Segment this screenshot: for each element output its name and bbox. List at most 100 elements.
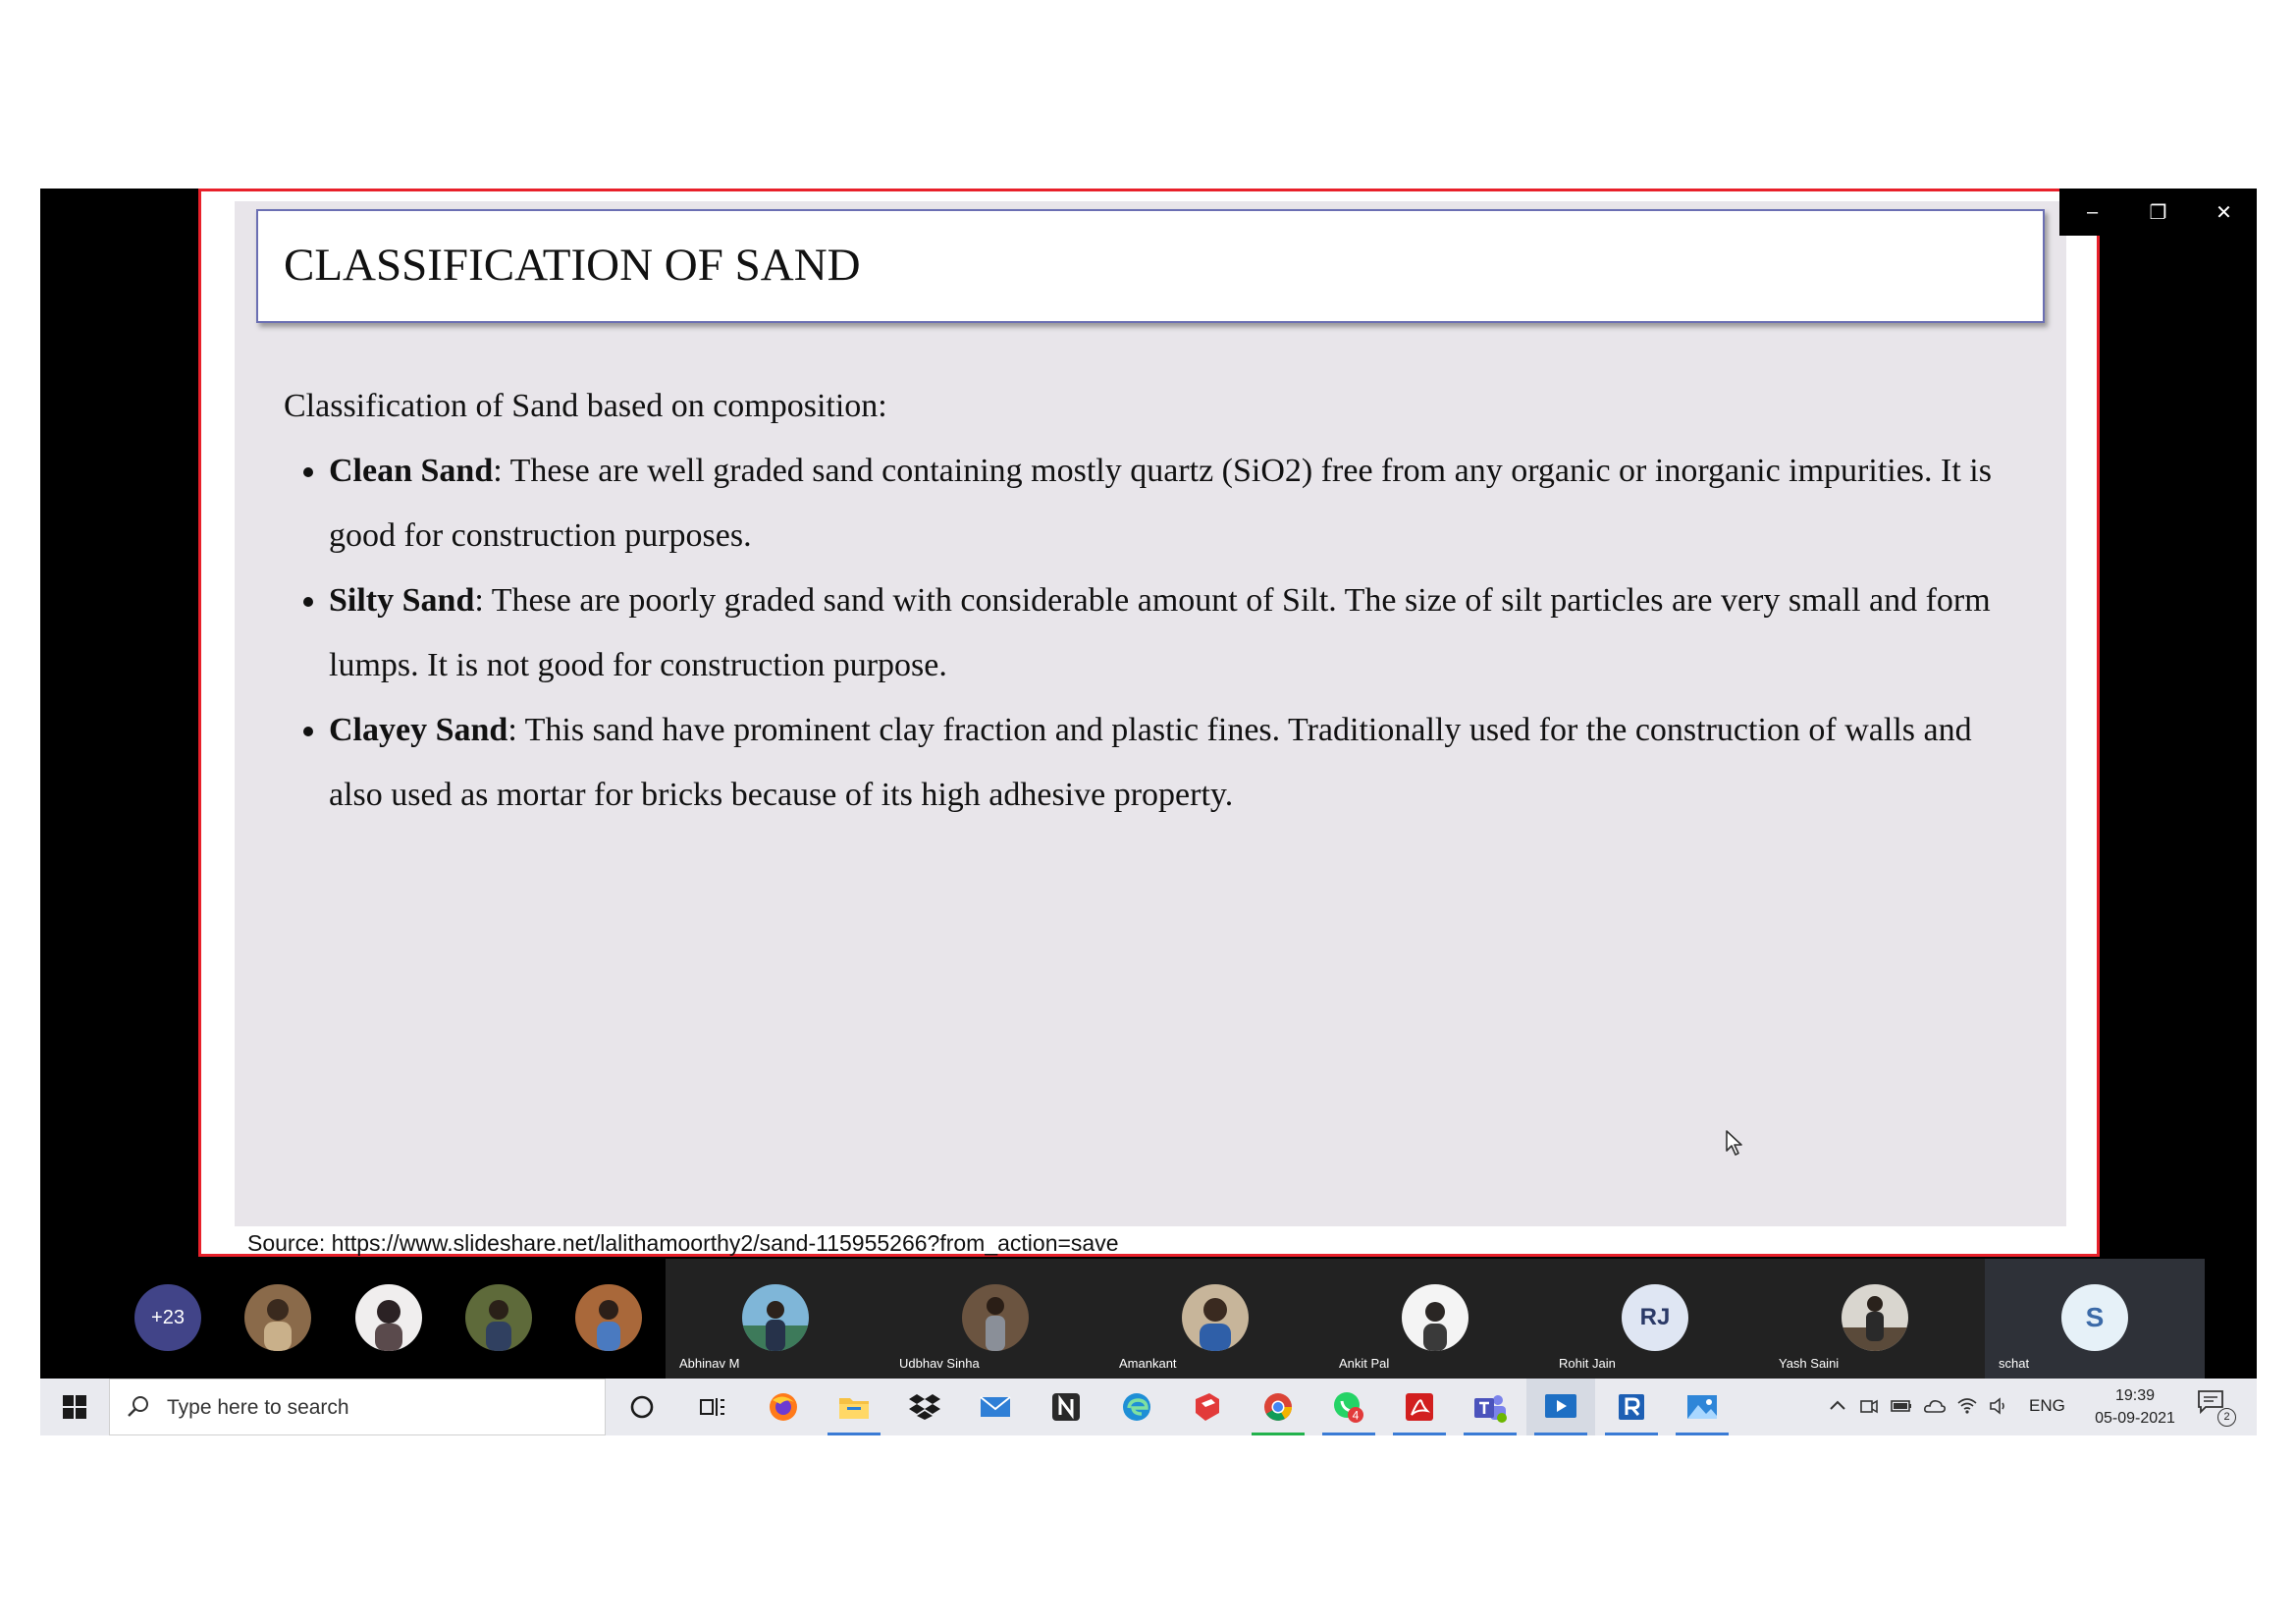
participant-avatar <box>962 1284 1029 1351</box>
taskbar-app-edge[interactable] <box>1102 1379 1171 1435</box>
participant-avatar[interactable] <box>575 1284 642 1351</box>
participant-name: Abhinav M <box>679 1356 740 1371</box>
task-view-icon <box>700 1398 724 1416</box>
participant-tile[interactable]: Ankit Pal <box>1325 1259 1545 1379</box>
participant-tile[interactable]: S schat <box>1985 1259 2205 1379</box>
photos-icon <box>1687 1395 1717 1419</box>
participant-tile[interactable]: Udbhav Sinha <box>885 1259 1105 1379</box>
taskbar-app-acrobat[interactable] <box>1385 1379 1454 1435</box>
minimize-button[interactable]: – <box>2059 189 2125 236</box>
mouse-cursor-icon <box>1726 1130 1742 1156</box>
chrome-icon <box>1264 1393 1292 1421</box>
participant-avatar <box>1402 1284 1468 1351</box>
sketchup-icon <box>1196 1393 1219 1421</box>
taskbar-app-mail[interactable] <box>961 1379 1030 1435</box>
taskbar-app-sketchup[interactable] <box>1173 1379 1242 1435</box>
active-app-indicator <box>1464 1433 1517 1435</box>
teams-icon <box>1474 1395 1507 1423</box>
cortana-button[interactable] <box>608 1379 676 1435</box>
participant-initials-avatar: RJ <box>1622 1284 1688 1351</box>
taskbar-app-dropbox[interactable] <box>890 1379 959 1435</box>
search-placeholder: Type here to search <box>167 1396 349 1419</box>
active-app-indicator <box>1676 1433 1729 1435</box>
participant-avatar <box>1842 1284 1908 1351</box>
chevron-up-icon[interactable] <box>1827 1395 1848 1417</box>
wifi-icon[interactable] <box>1956 1395 1978 1417</box>
restore-icon: ❐ <box>2149 201 2167 224</box>
mail-icon <box>980 1396 1011 1417</box>
taskbar-search-box[interactable]: Type here to search <box>109 1379 606 1435</box>
participant-avatar[interactable] <box>355 1284 422 1351</box>
slide-title-box: CLASSIFICATION OF SAND <box>256 209 2045 323</box>
active-app-indicator <box>828 1433 881 1435</box>
search-icon <box>128 1396 148 1417</box>
notion-icon <box>1052 1393 1080 1421</box>
minimize-icon: – <box>2086 200 2099 223</box>
taskbar-app-file-explorer[interactable] <box>820 1379 888 1435</box>
bullet-term: Silty Sand <box>329 582 475 619</box>
taskbar-app-notion[interactable] <box>1032 1379 1100 1435</box>
presentation-slide: CLASSIFICATION OF SAND Classification of… <box>235 201 2066 1226</box>
bullet-text: : These are well graded sand containing … <box>329 453 1992 554</box>
participants-strip: +23 Abhinav M Udbhav Sinha Amankant Anki… <box>40 1259 2257 1379</box>
whatsapp-icon: 4 <box>1334 1392 1363 1423</box>
notification-count-badge: 2 <box>2217 1408 2236 1427</box>
dropbox-icon <box>909 1394 940 1420</box>
participant-name: schat <box>1999 1356 2030 1371</box>
more-participants-button[interactable]: +23 <box>134 1284 201 1351</box>
participant-name: Udbhav Sinha <box>899 1356 980 1371</box>
edge-icon <box>1123 1393 1150 1421</box>
language-indicator[interactable]: ENG <box>2029 1396 2065 1416</box>
participant-tile[interactable]: Abhinav M <box>666 1259 885 1379</box>
participant-name: Rohit Jain <box>1559 1356 1616 1371</box>
active-app-indicator <box>1252 1433 1305 1435</box>
taskbar-app-teams[interactable] <box>1456 1379 1524 1435</box>
bullet-term: Clayey Sand <box>329 712 508 748</box>
participant-initials-avatar: S <box>2061 1284 2128 1351</box>
windows-logo-icon <box>63 1395 86 1419</box>
taskbar-app-revit[interactable] <box>1597 1379 1666 1435</box>
cortana-icon <box>630 1395 654 1419</box>
bullet-silty-sand: Silty Sand: These are poorly graded sand… <box>329 568 2011 698</box>
volume-icon[interactable] <box>1988 1395 2009 1417</box>
clock-time: 19:39 <box>2114 1387 2156 1404</box>
participant-tile[interactable]: RJ Rohit Jain <box>1545 1259 1765 1379</box>
onedrive-icon[interactable] <box>1923 1395 1947 1417</box>
task-view-button[interactable] <box>678 1379 747 1435</box>
bullet-text: : These are poorly graded sand with cons… <box>329 582 1991 683</box>
participant-avatar[interactable] <box>465 1284 532 1351</box>
taskbar-app-media-player[interactable] <box>1526 1379 1595 1435</box>
bullet-text: : This sand have prominent clay fraction… <box>329 712 1972 813</box>
firefox-icon <box>770 1393 797 1421</box>
active-app-indicator <box>1393 1433 1446 1435</box>
close-button[interactable]: ✕ <box>2191 189 2257 236</box>
taskbar-app-firefox[interactable] <box>749 1379 818 1435</box>
slide-body: Classification of Sand based on composit… <box>284 374 2011 828</box>
shared-screen-window: CLASSIFICATION OF SAND Classification of… <box>198 189 2100 1257</box>
bullet-term: Clean Sand <box>329 453 494 489</box>
notification-center-button[interactable]: 2 <box>2196 1388 2236 1428</box>
participant-tile[interactable]: Yash Saini <box>1765 1259 1985 1379</box>
bullet-list: Clean Sand: These are well graded sand c… <box>284 439 2011 828</box>
taskbar-app-chrome[interactable] <box>1244 1379 1312 1435</box>
restore-button[interactable]: ❐ <box>2125 189 2191 236</box>
taskbar-app-whatsapp[interactable]: 4 <box>1314 1379 1383 1435</box>
bullet-clayey-sand: Clayey Sand: This sand have prominent cl… <box>329 698 2011 828</box>
revit-icon <box>1619 1394 1644 1420</box>
participant-tile[interactable]: Amankant <box>1105 1259 1325 1379</box>
meet-now-icon[interactable] <box>1858 1395 1880 1417</box>
participant-avatar[interactable] <box>244 1284 311 1351</box>
participant-avatar <box>742 1284 809 1351</box>
participant-name: Ankit Pal <box>1339 1356 1390 1371</box>
media-player-icon <box>1545 1394 1576 1418</box>
battery-icon[interactable] <box>1890 1395 1913 1417</box>
start-button[interactable] <box>40 1379 109 1435</box>
slide-source-text: Source: https://www.slideshare.net/lalit… <box>247 1230 1119 1256</box>
clock[interactable]: 19:39 05-09-2021 <box>2086 1384 2184 1430</box>
window-controls: – ❐ ✕ <box>2059 189 2257 236</box>
taskbar-app-photos[interactable] <box>1668 1379 1736 1435</box>
slide-intro: Classification of Sand based on composit… <box>284 388 887 424</box>
clock-date: 05-09-2021 <box>2095 1410 2175 1427</box>
participant-name: Yash Saini <box>1779 1356 1840 1371</box>
folder-icon <box>839 1398 869 1419</box>
